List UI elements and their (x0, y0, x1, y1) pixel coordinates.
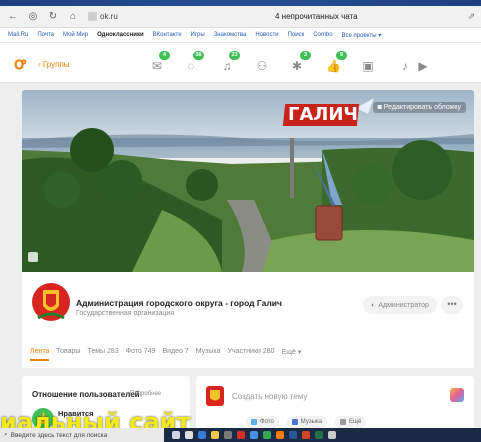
windows-taskbar: ⌕ Введите здесь текст для поиска (0, 428, 481, 442)
chip-music-label: Музыка (300, 419, 323, 425)
more-icon (340, 419, 347, 425)
portal-link-10[interactable]: Все проекты ▾ (342, 32, 382, 39)
edit-cover-label: Редактировать обложку (383, 104, 461, 111)
new-topic-placeholder[interactable]: Создать новую тему (232, 392, 307, 401)
group-info-card: Администрация городского округа - город … (22, 272, 474, 368)
attitude-title: Отношение пользователей (32, 390, 140, 399)
group-tab-1[interactable]: Товары (56, 348, 80, 361)
portal-link-7[interactable]: Новости (255, 32, 278, 38)
music-note-icon (291, 419, 298, 425)
powerpoint-icon[interactable] (302, 431, 310, 439)
windows-start-icon[interactable] (185, 431, 193, 439)
word-icon[interactable] (289, 431, 297, 439)
reload-icon[interactable]: ↻ (46, 11, 60, 22)
portal-link-1[interactable]: Почта (37, 32, 54, 38)
chip-more[interactable]: Ещё (335, 416, 367, 428)
admin-icon: ◐ (371, 301, 376, 309)
taskbar-search-placeholder: Введите здесь текст для поиска (10, 431, 108, 439)
composer-chips: Фото Музыка Ещё (246, 416, 367, 428)
url-text: ok.ru (100, 12, 118, 21)
discussions-icon[interactable]: ◌ (184, 59, 198, 73)
group-tab-3[interactable]: Фото 749 (126, 348, 156, 361)
cover-photo-icon[interactable] (28, 252, 38, 262)
chip-more-label: Ещё (349, 419, 362, 425)
admin-label: Администратор (378, 301, 429, 309)
galich-landscape-image (22, 90, 474, 272)
taskbar-search-icon: ⌕ (4, 431, 8, 438)
portal-nav: Mail.Ru Почта Мой Мир Одноклассники ВКонтакт… (0, 28, 481, 43)
app-icon-4[interactable] (328, 431, 336, 439)
home-icon[interactable]: ⌂ (66, 11, 80, 22)
portal-link-2[interactable]: Мой Мир (63, 32, 88, 38)
group-name[interactable]: Администрация городского округа - город … (76, 298, 282, 308)
guests-icon[interactable]: ✱ (290, 59, 304, 73)
ok-logo-icon[interactable]: ꝍ (14, 55, 28, 73)
group-tabs: Лента Товары Темы 283 Фото 749 Видео 7 Музыка… (30, 348, 301, 361)
music-icon[interactable]: ♪ (398, 59, 412, 73)
app-icon-3[interactable] (276, 431, 284, 439)
group-page: ГАЛИЧ ◙ Редактировать обложку Администра… (22, 90, 474, 442)
chip-music[interactable]: Музыка (286, 416, 328, 428)
group-tab-4[interactable]: Видео 7 (162, 348, 188, 361)
group-cover-photo: ГАЛИЧ ◙ Редактировать обложку (22, 90, 474, 272)
events-icon[interactable]: 👍 (326, 59, 341, 73)
portal-link-6[interactable]: Знакомства (214, 32, 247, 38)
taskbar-icons (172, 431, 336, 439)
notifications-icon[interactable]: ♫ (220, 59, 234, 73)
composer-emblem (206, 386, 224, 406)
group-tab-2[interactable]: Темы 283 (87, 348, 118, 361)
notifications-badge: 23 (229, 51, 240, 60)
portal-link-8[interactable]: Поиск (288, 32, 305, 38)
group-tab-0[interactable]: Лента (30, 348, 50, 361)
video-icon[interactable]: ▣ (361, 59, 375, 73)
city-emblem (32, 283, 70, 321)
edge-icon[interactable] (198, 431, 206, 439)
city-sign-text: ГАЛИЧ (288, 104, 358, 125)
back-arrow-icon[interactable]: ← (6, 11, 20, 22)
share-icon[interactable]: ⇗ (467, 11, 475, 22)
yandex-icon[interactable] (237, 431, 245, 439)
group-tab-7[interactable]: Ещё ▾ (282, 348, 302, 361)
administrator-button[interactable]: ◐ Администратор (363, 296, 437, 314)
portal-link-9[interactable]: Combo (313, 32, 332, 38)
events-badge: 9 (336, 51, 347, 60)
tab-title: 4 непрочитанных чата (275, 12, 358, 21)
shield-icon[interactable]: ◎ (26, 11, 40, 22)
address-bar[interactable]: ok.ru (88, 12, 118, 21)
portal-link-4[interactable]: ВКонтакте (153, 32, 182, 38)
portal-link-5[interactable]: Игры (191, 32, 205, 38)
messages-icon[interactable]: ✉ (150, 59, 164, 73)
file-explorer-icon[interactable] (211, 431, 219, 439)
back-groups-label: Группы (42, 60, 70, 69)
browser-toolbar: ← ◎ ↻ ⌂ ok.ru 4 непрочитанных чата ⇗ (0, 6, 481, 28)
photo-upload-icon[interactable] (450, 388, 464, 402)
store-icon[interactable] (224, 431, 232, 439)
more-options-button[interactable]: ••• (441, 296, 463, 314)
group-tab-5[interactable]: Музыка (196, 348, 221, 361)
app-icon-2[interactable] (263, 431, 271, 439)
app-icon-1[interactable] (250, 431, 258, 439)
ok-toolbar: ꝍ ‹ Группы ✉ 4 ◌ 56 ♫ 23 ⚇ ✱ 3 👍 9 ▣ ♪ ▶ (0, 43, 481, 83)
discussions-badge: 56 (193, 51, 204, 60)
lock-icon (88, 12, 97, 21)
group-type: Государственная организация (76, 310, 175, 317)
group-tab-6[interactable]: Участники 280 (228, 348, 275, 361)
chip-photo[interactable]: Фото (246, 416, 279, 428)
back-to-groups-link[interactable]: ‹ Группы (38, 60, 70, 69)
taskbar-search[interactable]: ⌕ Введите здесь текст для поиска (0, 428, 164, 442)
messages-badge: 4 (159, 51, 170, 60)
edit-cover-button[interactable]: ◙ Редактировать обложку (372, 102, 466, 113)
attitude-more-link[interactable]: Подробнее (130, 391, 161, 397)
portal-link-0[interactable]: Mail.Ru (8, 32, 28, 38)
task-view-icon[interactable] (172, 431, 180, 439)
friends-icon[interactable]: ⚇ (255, 59, 269, 73)
photo-icon (251, 419, 257, 425)
play-icon[interactable]: ▶ (416, 59, 430, 73)
browser-screen: ← ◎ ↻ ⌂ ok.ru 4 непрочитанных чата ⇗ Mai… (0, 6, 481, 442)
guests-badge: 3 (300, 51, 311, 60)
camera-icon: ◙ (377, 104, 382, 111)
excel-icon[interactable] (315, 431, 323, 439)
chip-photo-label: Фото (260, 419, 274, 425)
portal-link-3[interactable]: Одноклассники (97, 32, 144, 38)
